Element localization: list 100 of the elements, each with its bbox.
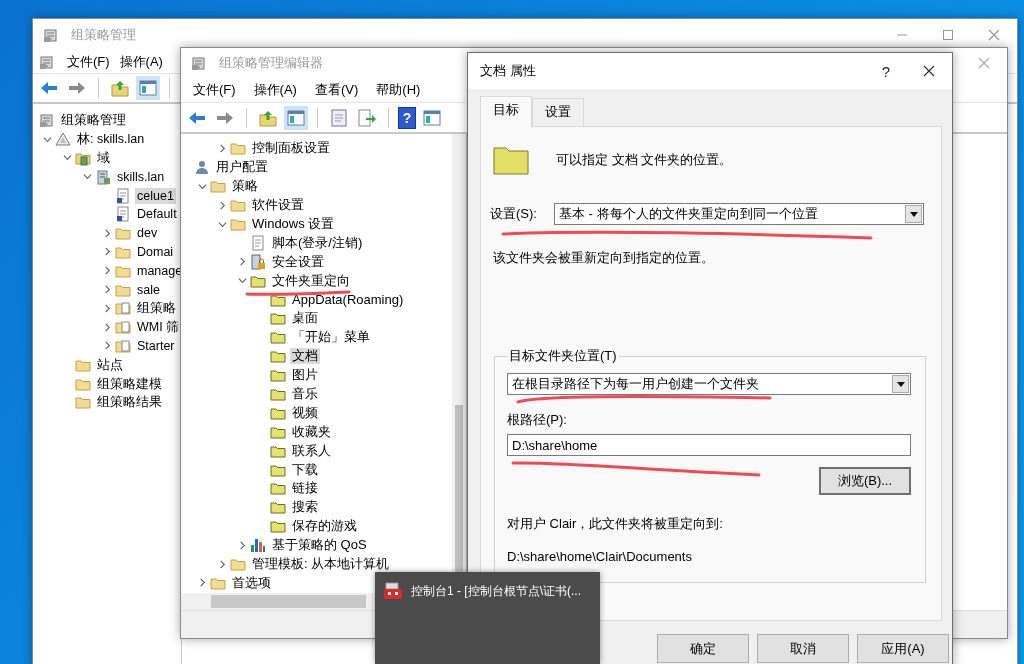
tree-item[interactable]: AppData(Roaming) bbox=[290, 291, 406, 308]
chevron-right-icon[interactable] bbox=[102, 247, 112, 257]
folder-icon bbox=[230, 556, 246, 573]
tree-item[interactable]: 视频 bbox=[290, 404, 320, 421]
maximize-icon[interactable] bbox=[942, 29, 954, 41]
tree-item[interactable]: 收藏夹 bbox=[290, 423, 333, 440]
chevron-down-icon[interactable] bbox=[197, 181, 207, 191]
tree-item[interactable]: 管理模板: 从本地计算机 bbox=[250, 556, 392, 573]
chevron-right-icon[interactable] bbox=[102, 322, 112, 332]
tree-item[interactable]: 策略 bbox=[230, 178, 260, 195]
chevron-right-icon[interactable] bbox=[217, 200, 227, 210]
chevron-right-icon[interactable] bbox=[217, 143, 227, 153]
chevron-down-icon[interactable] bbox=[237, 276, 247, 286]
field-label: 设置(S): bbox=[490, 205, 538, 223]
help-button[interactable]: ? bbox=[865, 62, 906, 80]
tree-item[interactable]: 组策略管理 bbox=[59, 112, 128, 129]
tree-item[interactable]: 组策略建模 bbox=[95, 375, 164, 392]
panel-icon[interactable] bbox=[136, 76, 160, 100]
browse-button[interactable]: 浏览(B)... bbox=[819, 467, 911, 495]
chevron-right-icon[interactable] bbox=[237, 540, 247, 550]
chevron-right-icon[interactable] bbox=[102, 303, 112, 313]
tree-item[interactable]: 软件设置 bbox=[250, 197, 306, 214]
tree-item[interactable]: 下载 bbox=[290, 461, 320, 478]
tree-item[interactable]: 组策略结果 bbox=[95, 394, 164, 411]
dialog-title: 文档 属性 bbox=[480, 62, 536, 80]
chevron-right-icon[interactable] bbox=[102, 341, 112, 351]
chevron-down-icon[interactable] bbox=[82, 172, 92, 182]
tree-item[interactable]: 文件夹重定向 bbox=[270, 272, 352, 289]
tree-item[interactable]: 图片 bbox=[290, 367, 320, 384]
help-icon[interactable]: ? bbox=[398, 106, 416, 129]
tree-item[interactable]: manage bbox=[135, 262, 181, 279]
folder-icon bbox=[115, 225, 131, 242]
tree-item[interactable]: 音乐 bbox=[290, 386, 320, 402]
chevron-right-icon[interactable] bbox=[102, 285, 112, 295]
menu-item[interactable]: 操作(A) bbox=[117, 53, 165, 71]
tree-item[interactable]: Windows 设置 bbox=[250, 216, 337, 232]
group-label: 目标文件夹位置(T) bbox=[508, 347, 618, 365]
chevron-right-icon[interactable] bbox=[217, 559, 227, 569]
taskbar-preview-tooltip[interactable]: 控制台1 - [控制台根节点\证书(... bbox=[375, 572, 600, 664]
menu-item[interactable]: 文件(F) bbox=[191, 81, 238, 99]
document-icon bbox=[115, 206, 131, 223]
folder-document-icon bbox=[115, 337, 131, 354]
tree-item[interactable]: 用户配置 bbox=[214, 159, 270, 176]
tree-item[interactable]: 脚本(登录/注销) bbox=[270, 234, 365, 251]
folder-icon bbox=[230, 140, 246, 157]
redirect-path-text: D:\share\home\Clair\Documents bbox=[507, 549, 693, 564]
tree-item[interactable]: 组策略 bbox=[135, 300, 178, 317]
setting-dropdown[interactable]: 基本 - 将每个人的文件夹重定向到同一个位置 bbox=[554, 203, 924, 225]
folder-icon bbox=[270, 480, 286, 497]
menu-item[interactable]: 操作(A) bbox=[251, 81, 299, 99]
chevron-right-icon[interactable] bbox=[102, 228, 112, 238]
tree-item[interactable]: 搜索 bbox=[290, 499, 320, 516]
close-icon[interactable] bbox=[923, 65, 935, 77]
folder-document-icon bbox=[115, 319, 131, 336]
intro-text: 可以指定 文档 文件夹的位置。 bbox=[556, 151, 733, 169]
tree-item[interactable]: WMI 筛 bbox=[135, 319, 181, 336]
user-icon bbox=[194, 159, 210, 176]
tree-item[interactable]: celue1 bbox=[135, 187, 176, 204]
tree-item[interactable]: 域 bbox=[95, 150, 112, 166]
chevron-down-icon[interactable] bbox=[62, 153, 72, 163]
dialog-button[interactable]: 确定 bbox=[657, 634, 749, 663]
chevron-right-icon[interactable] bbox=[197, 578, 207, 588]
tree-item[interactable]: Default bbox=[135, 206, 179, 223]
dialog-button[interactable]: 应用(A) bbox=[857, 634, 949, 663]
tree-item[interactable]: 林: skills.lan bbox=[75, 131, 147, 148]
panel-icon[interactable] bbox=[284, 105, 308, 130]
tree-item[interactable]: 链接 bbox=[290, 480, 320, 497]
tab[interactable]: 目标 bbox=[480, 96, 532, 127]
tree-item[interactable]: 联系人 bbox=[290, 442, 333, 459]
chevron-right-icon[interactable] bbox=[237, 257, 247, 267]
tree-item[interactable]: skills.lan bbox=[115, 168, 167, 185]
tab[interactable]: 设置 bbox=[532, 98, 584, 126]
tree-item[interactable]: sale bbox=[135, 281, 162, 298]
tree-item[interactable]: 保存的游戏 bbox=[290, 518, 359, 535]
chevron-right-icon[interactable] bbox=[102, 266, 112, 276]
folder-icon bbox=[210, 178, 226, 195]
chevron-down-icon[interactable] bbox=[217, 219, 227, 229]
tree-item[interactable]: 控制面板设置 bbox=[250, 140, 332, 157]
tree-item[interactable]: 首选项 bbox=[230, 574, 273, 591]
scrollbar-thumb[interactable] bbox=[211, 595, 366, 608]
tree-item[interactable]: Domai bbox=[135, 243, 176, 260]
tree-item[interactable]: 基于策略的 QoS bbox=[270, 537, 369, 554]
tree-item[interactable]: 站点 bbox=[95, 356, 125, 373]
tree-item[interactable]: 「开始」菜单 bbox=[290, 329, 372, 346]
root-path-field[interactable]: D:\share\home bbox=[507, 434, 911, 456]
menu-item[interactable]: 文件(F) bbox=[65, 53, 112, 71]
menu-item[interactable]: 查看(V) bbox=[312, 81, 361, 99]
tree-item[interactable]: dev bbox=[135, 225, 160, 242]
menu-item[interactable]: 帮助(H) bbox=[374, 81, 423, 99]
target-dropdown[interactable]: 在根目录路径下为每一用户创建一个文件夹 bbox=[507, 373, 911, 395]
folder-icon bbox=[270, 348, 286, 365]
dialog-button[interactable]: 取消 bbox=[757, 634, 849, 663]
tree-item[interactable]: 文档 bbox=[290, 348, 320, 365]
tree-item[interactable]: 安全设置 bbox=[270, 253, 326, 270]
folder-icon bbox=[270, 367, 286, 384]
tree-item[interactable]: Starter bbox=[135, 337, 177, 354]
description-text: 该文件夹会被重新定向到指定的位置。 bbox=[492, 249, 715, 267]
tree-item[interactable]: 桌面 bbox=[290, 310, 320, 327]
chevron-down-icon[interactable] bbox=[42, 134, 52, 144]
scrollbar-thumb[interactable] bbox=[455, 405, 463, 575]
